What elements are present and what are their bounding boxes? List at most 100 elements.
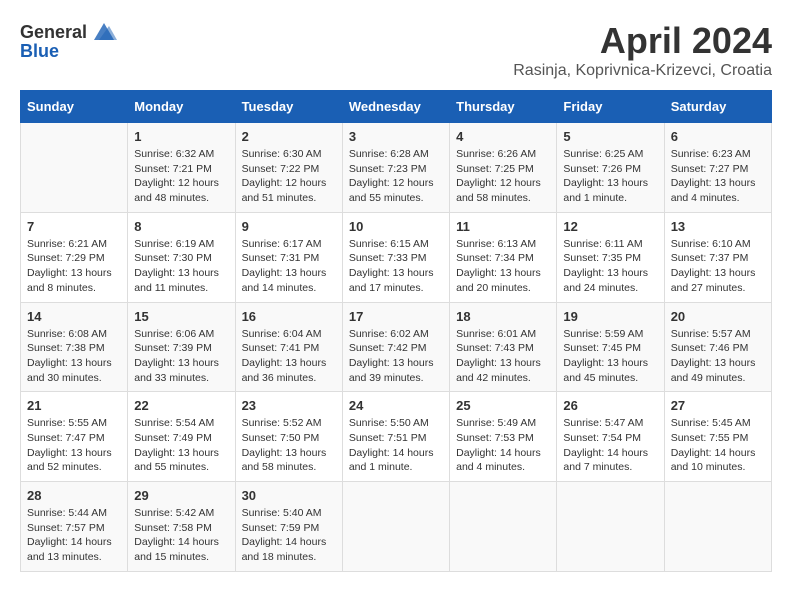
calendar-cell: 29 Sunrise: 5:42 AM Sunset: 7:58 PM Dayli… [128, 482, 235, 572]
day-number: 25 [456, 398, 550, 413]
day-info: Sunrise: 6:06 AM Sunset: 7:39 PM Dayligh… [134, 327, 228, 386]
calendar-cell [21, 123, 128, 213]
day-number: 10 [349, 219, 443, 234]
day-number: 22 [134, 398, 228, 413]
calendar-table: SundayMondayTuesdayWednesdayThursdayFrid… [20, 90, 772, 572]
calendar-cell: 28 Sunrise: 5:44 AM Sunset: 7:57 PM Dayli… [21, 482, 128, 572]
day-info: Sunrise: 6:30 AM Sunset: 7:22 PM Dayligh… [242, 147, 336, 206]
day-info: Sunrise: 5:42 AM Sunset: 7:58 PM Dayligh… [134, 506, 228, 565]
day-info: Sunrise: 6:23 AM Sunset: 7:27 PM Dayligh… [671, 147, 765, 206]
calendar-subtitle: Rasinja, Koprivnica-Krizevci, Croatia [513, 62, 772, 80]
day-header-tuesday: Tuesday [235, 91, 342, 123]
day-info: Sunrise: 5:47 AM Sunset: 7:54 PM Dayligh… [563, 416, 657, 475]
day-number: 29 [134, 488, 228, 503]
day-info: Sunrise: 6:10 AM Sunset: 7:37 PM Dayligh… [671, 237, 765, 296]
day-header-saturday: Saturday [664, 91, 771, 123]
day-info: Sunrise: 5:55 AM Sunset: 7:47 PM Dayligh… [27, 416, 121, 475]
calendar-cell: 6 Sunrise: 6:23 AM Sunset: 7:27 PM Daylig… [664, 123, 771, 213]
day-number: 27 [671, 398, 765, 413]
logo-icon [89, 20, 119, 45]
calendar-cell: 12Sunrise: 6:11 AM Sunset: 7:35 PM Dayli… [557, 212, 664, 302]
calendar-cell: 26 Sunrise: 5:47 AM Sunset: 7:54 PM Dayli… [557, 392, 664, 482]
logo-general-text: General [20, 22, 87, 43]
day-number: 3 [349, 129, 443, 144]
day-info: Sunrise: 5:40 AM Sunset: 7:59 PM Dayligh… [242, 506, 336, 565]
day-header-thursday: Thursday [450, 91, 557, 123]
day-number: 2 [242, 129, 336, 144]
calendar-cell: 27 Sunrise: 5:45 AM Sunset: 7:55 PM Dayli… [664, 392, 771, 482]
logo-blue-text: Blue [20, 41, 59, 62]
day-info: Sunrise: 6:13 AM Sunset: 7:34 PM Dayligh… [456, 237, 550, 296]
calendar-week-row: 1 Sunrise: 6:32 AM Sunset: 7:21 PM Daylig… [21, 123, 772, 213]
day-info: Sunrise: 6:11 AM Sunset: 7:35 PM Dayligh… [563, 237, 657, 296]
day-info: Sunrise: 5:59 AM Sunset: 7:45 PM Dayligh… [563, 327, 657, 386]
calendar-cell: 24 Sunrise: 5:50 AM Sunset: 7:51 PM Dayli… [342, 392, 449, 482]
calendar-header-row: SundayMondayTuesdayWednesdayThursdayFrid… [21, 91, 772, 123]
calendar-cell: 10 Sunrise: 6:15 AM Sunset: 7:33 PM Dayli… [342, 212, 449, 302]
calendar-cell [664, 482, 771, 572]
day-info: Sunrise: 6:28 AM Sunset: 7:23 PM Dayligh… [349, 147, 443, 206]
calendar-cell: 14 Sunrise: 6:08 AM Sunset: 7:38 PM Dayli… [21, 302, 128, 392]
day-number: 14 [27, 309, 121, 324]
day-info: Sunrise: 5:44 AM Sunset: 7:57 PM Dayligh… [27, 506, 121, 565]
day-number: 19 [563, 309, 657, 324]
calendar-cell: 20Sunrise: 5:57 AM Sunset: 7:46 PM Dayli… [664, 302, 771, 392]
calendar-cell: 15Sunrise: 6:06 AM Sunset: 7:39 PM Dayli… [128, 302, 235, 392]
header: General Blue April 2024 Rasinja, Koprivn… [20, 20, 772, 80]
day-number: 18 [456, 309, 550, 324]
calendar-cell: 4Sunrise: 6:26 AM Sunset: 7:25 PM Daylig… [450, 123, 557, 213]
calendar-cell: 1 Sunrise: 6:32 AM Sunset: 7:21 PM Daylig… [128, 123, 235, 213]
day-number: 20 [671, 309, 765, 324]
day-info: Sunrise: 5:50 AM Sunset: 7:51 PM Dayligh… [349, 416, 443, 475]
day-number: 17 [349, 309, 443, 324]
day-number: 7 [27, 219, 121, 234]
calendar-cell: 9Sunrise: 6:17 AM Sunset: 7:31 PM Daylig… [235, 212, 342, 302]
day-header-sunday: Sunday [21, 91, 128, 123]
calendar-cell: 22 Sunrise: 5:54 AM Sunset: 7:49 PM Dayli… [128, 392, 235, 482]
calendar-cell: 7 Sunrise: 6:21 AM Sunset: 7:29 PM Daylig… [21, 212, 128, 302]
calendar-cell: 17 Sunrise: 6:02 AM Sunset: 7:42 PM Dayli… [342, 302, 449, 392]
calendar-cell: 23 Sunrise: 5:52 AM Sunset: 7:50 PM Dayli… [235, 392, 342, 482]
day-number: 26 [563, 398, 657, 413]
calendar-cell: 21 Sunrise: 5:55 AM Sunset: 7:47 PM Dayli… [21, 392, 128, 482]
calendar-title: April 2024 [513, 20, 772, 62]
calendar-cell: 2 Sunrise: 6:30 AM Sunset: 7:22 PM Daylig… [235, 123, 342, 213]
logo: General Blue [20, 20, 119, 62]
day-info: Sunrise: 5:52 AM Sunset: 7:50 PM Dayligh… [242, 416, 336, 475]
calendar-cell: 30 Sunrise: 5:40 AM Sunset: 7:59 PM Dayli… [235, 482, 342, 572]
calendar-cell: 19 Sunrise: 5:59 AM Sunset: 7:45 PM Dayli… [557, 302, 664, 392]
day-number: 1 [134, 129, 228, 144]
day-number: 6 [671, 129, 765, 144]
calendar-week-row: 14 Sunrise: 6:08 AM Sunset: 7:38 PM Dayli… [21, 302, 772, 392]
calendar-cell: 11 Sunrise: 6:13 AM Sunset: 7:34 PM Dayli… [450, 212, 557, 302]
day-number: 23 [242, 398, 336, 413]
calendar-cell: 18 Sunrise: 6:01 AM Sunset: 7:43 PM Dayli… [450, 302, 557, 392]
calendar-cell: 8Sunrise: 6:19 AM Sunset: 7:30 PM Daylig… [128, 212, 235, 302]
day-info: Sunrise: 6:26 AM Sunset: 7:25 PM Dayligh… [456, 147, 550, 206]
day-info: Sunrise: 6:25 AM Sunset: 7:26 PM Dayligh… [563, 147, 657, 206]
day-info: Sunrise: 5:54 AM Sunset: 7:49 PM Dayligh… [134, 416, 228, 475]
day-number: 28 [27, 488, 121, 503]
day-info: Sunrise: 6:32 AM Sunset: 7:21 PM Dayligh… [134, 147, 228, 206]
day-info: Sunrise: 6:08 AM Sunset: 7:38 PM Dayligh… [27, 327, 121, 386]
day-header-monday: Monday [128, 91, 235, 123]
day-number: 5 [563, 129, 657, 144]
calendar-cell [342, 482, 449, 572]
calendar-cell: 13Sunrise: 6:10 AM Sunset: 7:37 PM Dayli… [664, 212, 771, 302]
day-info: Sunrise: 6:15 AM Sunset: 7:33 PM Dayligh… [349, 237, 443, 296]
calendar-cell [450, 482, 557, 572]
calendar-week-row: 28 Sunrise: 5:44 AM Sunset: 7:57 PM Dayli… [21, 482, 772, 572]
calendar-week-row: 21 Sunrise: 5:55 AM Sunset: 7:47 PM Dayli… [21, 392, 772, 482]
calendar-cell: 16Sunrise: 6:04 AM Sunset: 7:41 PM Dayli… [235, 302, 342, 392]
day-info: Sunrise: 6:21 AM Sunset: 7:29 PM Dayligh… [27, 237, 121, 296]
day-number: 21 [27, 398, 121, 413]
day-header-wednesday: Wednesday [342, 91, 449, 123]
day-number: 11 [456, 219, 550, 234]
day-info: Sunrise: 6:02 AM Sunset: 7:42 PM Dayligh… [349, 327, 443, 386]
day-header-friday: Friday [557, 91, 664, 123]
day-number: 30 [242, 488, 336, 503]
day-number: 24 [349, 398, 443, 413]
day-info: Sunrise: 5:45 AM Sunset: 7:55 PM Dayligh… [671, 416, 765, 475]
day-info: Sunrise: 6:01 AM Sunset: 7:43 PM Dayligh… [456, 327, 550, 386]
day-number: 16 [242, 309, 336, 324]
